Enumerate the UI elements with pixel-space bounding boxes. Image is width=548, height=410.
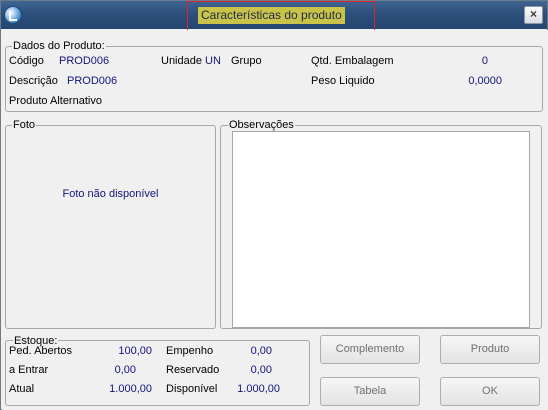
- qtd-embalagem-label: Qtd. Embalagem: [311, 55, 394, 67]
- unidade-value: UN: [205, 55, 221, 67]
- empenho-label: Empenho: [166, 345, 214, 357]
- estoque-group: Estoque: Ped. Abertos 100,00 Empenho 0,0…: [5, 335, 310, 406]
- produto-button[interactable]: Produto: [440, 335, 540, 364]
- reservado-label: Reservado: [166, 364, 220, 376]
- dados-produto-group: Dados do Produto: Código PROD006 Unidade…: [5, 40, 543, 112]
- qtd-embalagem-value: 0: [481, 55, 488, 67]
- complemento-button[interactable]: Complemento: [320, 335, 420, 364]
- ped-abertos-value: 100,00: [118, 345, 152, 357]
- ok-button[interactable]: OK: [440, 377, 540, 406]
- observacoes-textarea[interactable]: [232, 131, 530, 328]
- close-button[interactable]: ×: [524, 6, 543, 24]
- atual-value: 1.000,00: [109, 383, 152, 395]
- close-icon: ×: [529, 7, 537, 21]
- observacoes-legend: Observações: [228, 119, 295, 131]
- dados-produto-legend: Dados do Produto:: [12, 40, 106, 52]
- descricao-label: Descrição: [9, 75, 58, 87]
- empenho-value: 0,00: [250, 345, 272, 357]
- disponivel-value: 1.000,00: [237, 383, 280, 395]
- foto-message: Foto não disponível: [62, 188, 159, 200]
- descricao-value: PROD006: [67, 75, 118, 87]
- title-bar[interactable]: Características do produto ×: [1, 1, 547, 34]
- ped-abertos-label: Ped. Abertos: [9, 345, 72, 357]
- atual-label: Atual: [9, 383, 35, 395]
- app-icon: [4, 6, 22, 24]
- tabela-button[interactable]: Tabela: [320, 377, 420, 406]
- grupo-label: Grupo: [231, 55, 262, 67]
- foto-legend: Foto: [12, 119, 37, 131]
- dialog-content: Dados do Produto: Código PROD006 Unidade…: [2, 30, 548, 410]
- reservado-value: 0,00: [250, 364, 272, 376]
- product-dialog: Características do produto × Dados do Pr…: [0, 0, 548, 410]
- disponivel-label: Disponível: [166, 383, 218, 395]
- a-entrar-label: a Entrar: [9, 364, 49, 376]
- codigo-label: Código: [9, 55, 44, 67]
- a-entrar-value: 0,00: [114, 364, 136, 376]
- codigo-value: PROD006: [59, 55, 110, 67]
- peso-liquido-label: Peso Liquido: [311, 75, 375, 87]
- produto-alternativo-label: Produto Alternativo: [9, 95, 102, 107]
- observacoes-group: Observações: [220, 119, 542, 329]
- unidade-label: Unidade: [161, 55, 202, 67]
- window-title: Características do produto: [198, 7, 345, 24]
- peso-liquido-value: 0,0000: [468, 75, 502, 87]
- foto-group: Foto Foto não disponível: [5, 119, 216, 329]
